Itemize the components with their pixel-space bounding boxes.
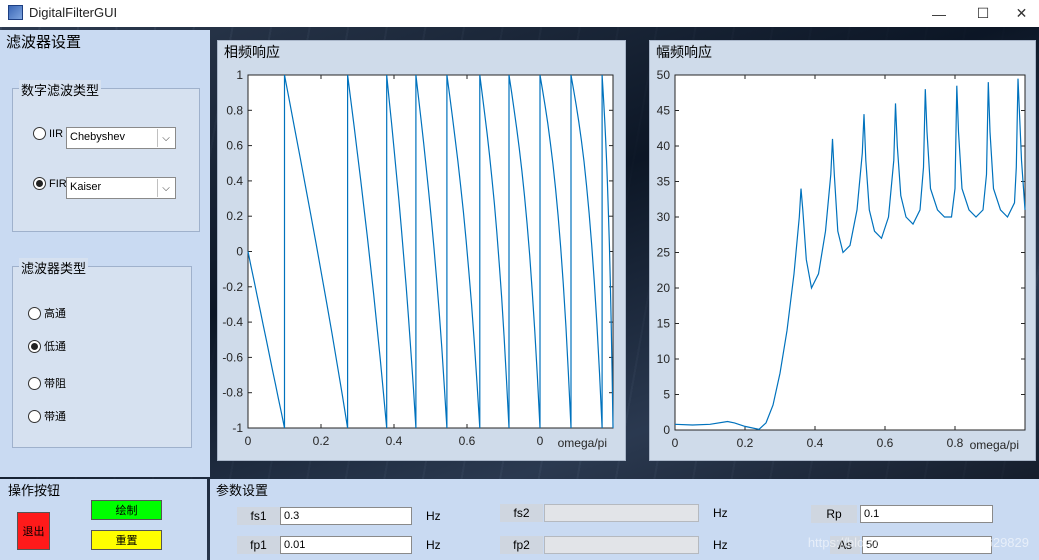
y-tick-label: 45 xyxy=(657,104,671,118)
rp-input[interactable]: 0.1 xyxy=(860,505,993,523)
fir-window-select[interactable]: Kaiser ⌵ xyxy=(66,177,176,199)
fp2-unit: Hz xyxy=(713,538,728,552)
lowpass-label: 低通 xyxy=(44,341,66,353)
highpass-radio[interactable]: 高通 xyxy=(28,305,66,321)
x-tick-label: 0.4 xyxy=(807,436,824,450)
y-tick-label: 5 xyxy=(663,388,670,402)
y-tick-label: -0.2 xyxy=(222,280,243,294)
x-tick-label: 0.4 xyxy=(386,434,403,448)
title-bar: DigitalFilterGUI — ☐ ✕ xyxy=(0,0,1039,27)
y-tick-label: 10 xyxy=(657,352,671,366)
operations-panel: 操作按钮 退出 绘制 重置 xyxy=(0,479,207,560)
maximize-button[interactable]: ☐ xyxy=(960,0,1006,27)
draw-button[interactable]: 绘制 xyxy=(91,500,162,520)
filter-type-title: 滤波器类型 xyxy=(19,258,89,277)
radio-icon xyxy=(28,409,41,423)
x-tick-label: 0.6 xyxy=(459,434,476,448)
bandpass-label: 带通 xyxy=(44,411,66,423)
radio-icon xyxy=(28,376,41,390)
y-tick-label: 50 xyxy=(657,68,671,82)
exit-button[interactable]: 退出 xyxy=(17,512,50,550)
y-tick-label: 0.2 xyxy=(226,209,243,223)
y-tick-label: 0.6 xyxy=(226,139,243,153)
bandpass-radio[interactable]: 带通 xyxy=(28,408,66,424)
plot-area xyxy=(247,74,614,429)
y-tick-label: 25 xyxy=(657,246,671,260)
app-icon xyxy=(8,5,23,20)
y-tick-label: 1 xyxy=(236,68,243,82)
y-tick-label: 0.8 xyxy=(226,103,243,117)
bandstop-radio[interactable]: 带阻 xyxy=(28,375,66,391)
x-axis-label: omega/pi xyxy=(970,438,1019,452)
magnitude-response-chart: 504540353025201510500 0.2 0.4 0.6 0.8 omega/p… xyxy=(657,68,1026,452)
phase-response-chart: 10.80.60.40.20-0.2-0.4-0.6-0.8-10 0.2 0.4 0… xyxy=(222,68,614,450)
x-tick-label: 0.8 xyxy=(947,436,964,450)
lowpass-radio[interactable]: 低通 xyxy=(28,338,66,354)
chevron-down-icon: ⌵ xyxy=(157,129,174,147)
minimize-button[interactable]: — xyxy=(916,0,962,27)
watermark-text: https://blog.csdn.net/weixin_49629829 xyxy=(807,535,1029,550)
fp2-input[interactable] xyxy=(544,536,699,554)
x-tick-label: 0.2 xyxy=(313,434,330,448)
y-tick-label: 35 xyxy=(657,175,671,189)
radio-icon xyxy=(28,339,41,353)
fs1-input[interactable]: 0.3 xyxy=(280,507,412,525)
y-tick-label: 0 xyxy=(236,245,243,259)
filter-settings-title: 滤波器设置 xyxy=(6,34,82,51)
fir-label: FIR xyxy=(49,177,67,190)
filter-type-group: 滤波器类型 高通 低通 带阻 带通 xyxy=(12,258,192,448)
fp1-unit: Hz xyxy=(426,538,441,552)
x-tick-label: 0.6 xyxy=(877,436,894,450)
iir-radio[interactable]: IIR xyxy=(33,127,63,140)
digital-type-group: 数字滤波类型 IIR Chebyshev ⌵ FIR Kaiser ⌵ xyxy=(12,80,200,232)
highpass-label: 高通 xyxy=(44,308,66,320)
filter-settings-panel: 滤波器设置 数字滤波类型 IIR Chebyshev ⌵ FIR Kaiser … xyxy=(0,30,210,477)
reset-button[interactable]: 重置 xyxy=(91,530,162,550)
fir-radio[interactable]: FIR xyxy=(33,177,67,190)
bandstop-label: 带阻 xyxy=(44,378,66,390)
chevron-down-icon: ⌵ xyxy=(157,179,174,197)
x-axis-label: omega/pi xyxy=(558,436,607,450)
digital-type-title: 数字滤波类型 xyxy=(19,80,102,99)
y-tick-label: 30 xyxy=(657,210,671,224)
y-tick-label: -0.6 xyxy=(222,350,243,364)
x-tick-label: 0 xyxy=(245,434,252,448)
y-tick-label: 15 xyxy=(657,317,671,331)
fs1-label: fs1 xyxy=(237,507,280,525)
iir-method-value: Chebyshev xyxy=(70,131,126,143)
fs2-unit: Hz xyxy=(713,506,728,520)
y-tick-label: 40 xyxy=(657,139,671,153)
y-tick-label: 0.4 xyxy=(226,174,243,188)
rp-label: Rp xyxy=(811,505,857,523)
y-tick-label: -0.4 xyxy=(222,315,243,329)
y-tick-label: 20 xyxy=(657,281,671,295)
fir-window-value: Kaiser xyxy=(70,181,102,193)
plot-area xyxy=(674,74,1026,431)
iir-method-select[interactable]: Chebyshev ⌵ xyxy=(66,127,176,149)
parameters-title: 参数设置 xyxy=(216,483,269,498)
fp1-label: fp1 xyxy=(237,536,280,554)
y-tick-label: -1 xyxy=(232,421,243,435)
iir-label: IIR xyxy=(49,127,64,140)
fs2-input[interactable] xyxy=(544,504,699,522)
x-tick-label: 0 xyxy=(537,434,544,448)
window-title: DigitalFilterGUI xyxy=(29,5,118,20)
close-button[interactable]: ✕ xyxy=(1004,0,1039,27)
y-tick-label: 0 xyxy=(663,423,670,437)
radio-icon xyxy=(28,306,41,320)
fp2-label: fp2 xyxy=(500,536,543,554)
fs2-label: fs2 xyxy=(500,504,543,522)
x-tick-label: 0.2 xyxy=(737,436,754,450)
radio-icon xyxy=(33,127,46,140)
radio-icon xyxy=(33,177,46,190)
fp1-input[interactable]: 0.01 xyxy=(280,536,412,554)
y-tick-label: -0.8 xyxy=(222,386,243,400)
fs1-unit: Hz xyxy=(426,509,441,523)
x-tick-label: 0 xyxy=(672,436,679,450)
operations-title: 操作按钮 xyxy=(8,483,61,498)
